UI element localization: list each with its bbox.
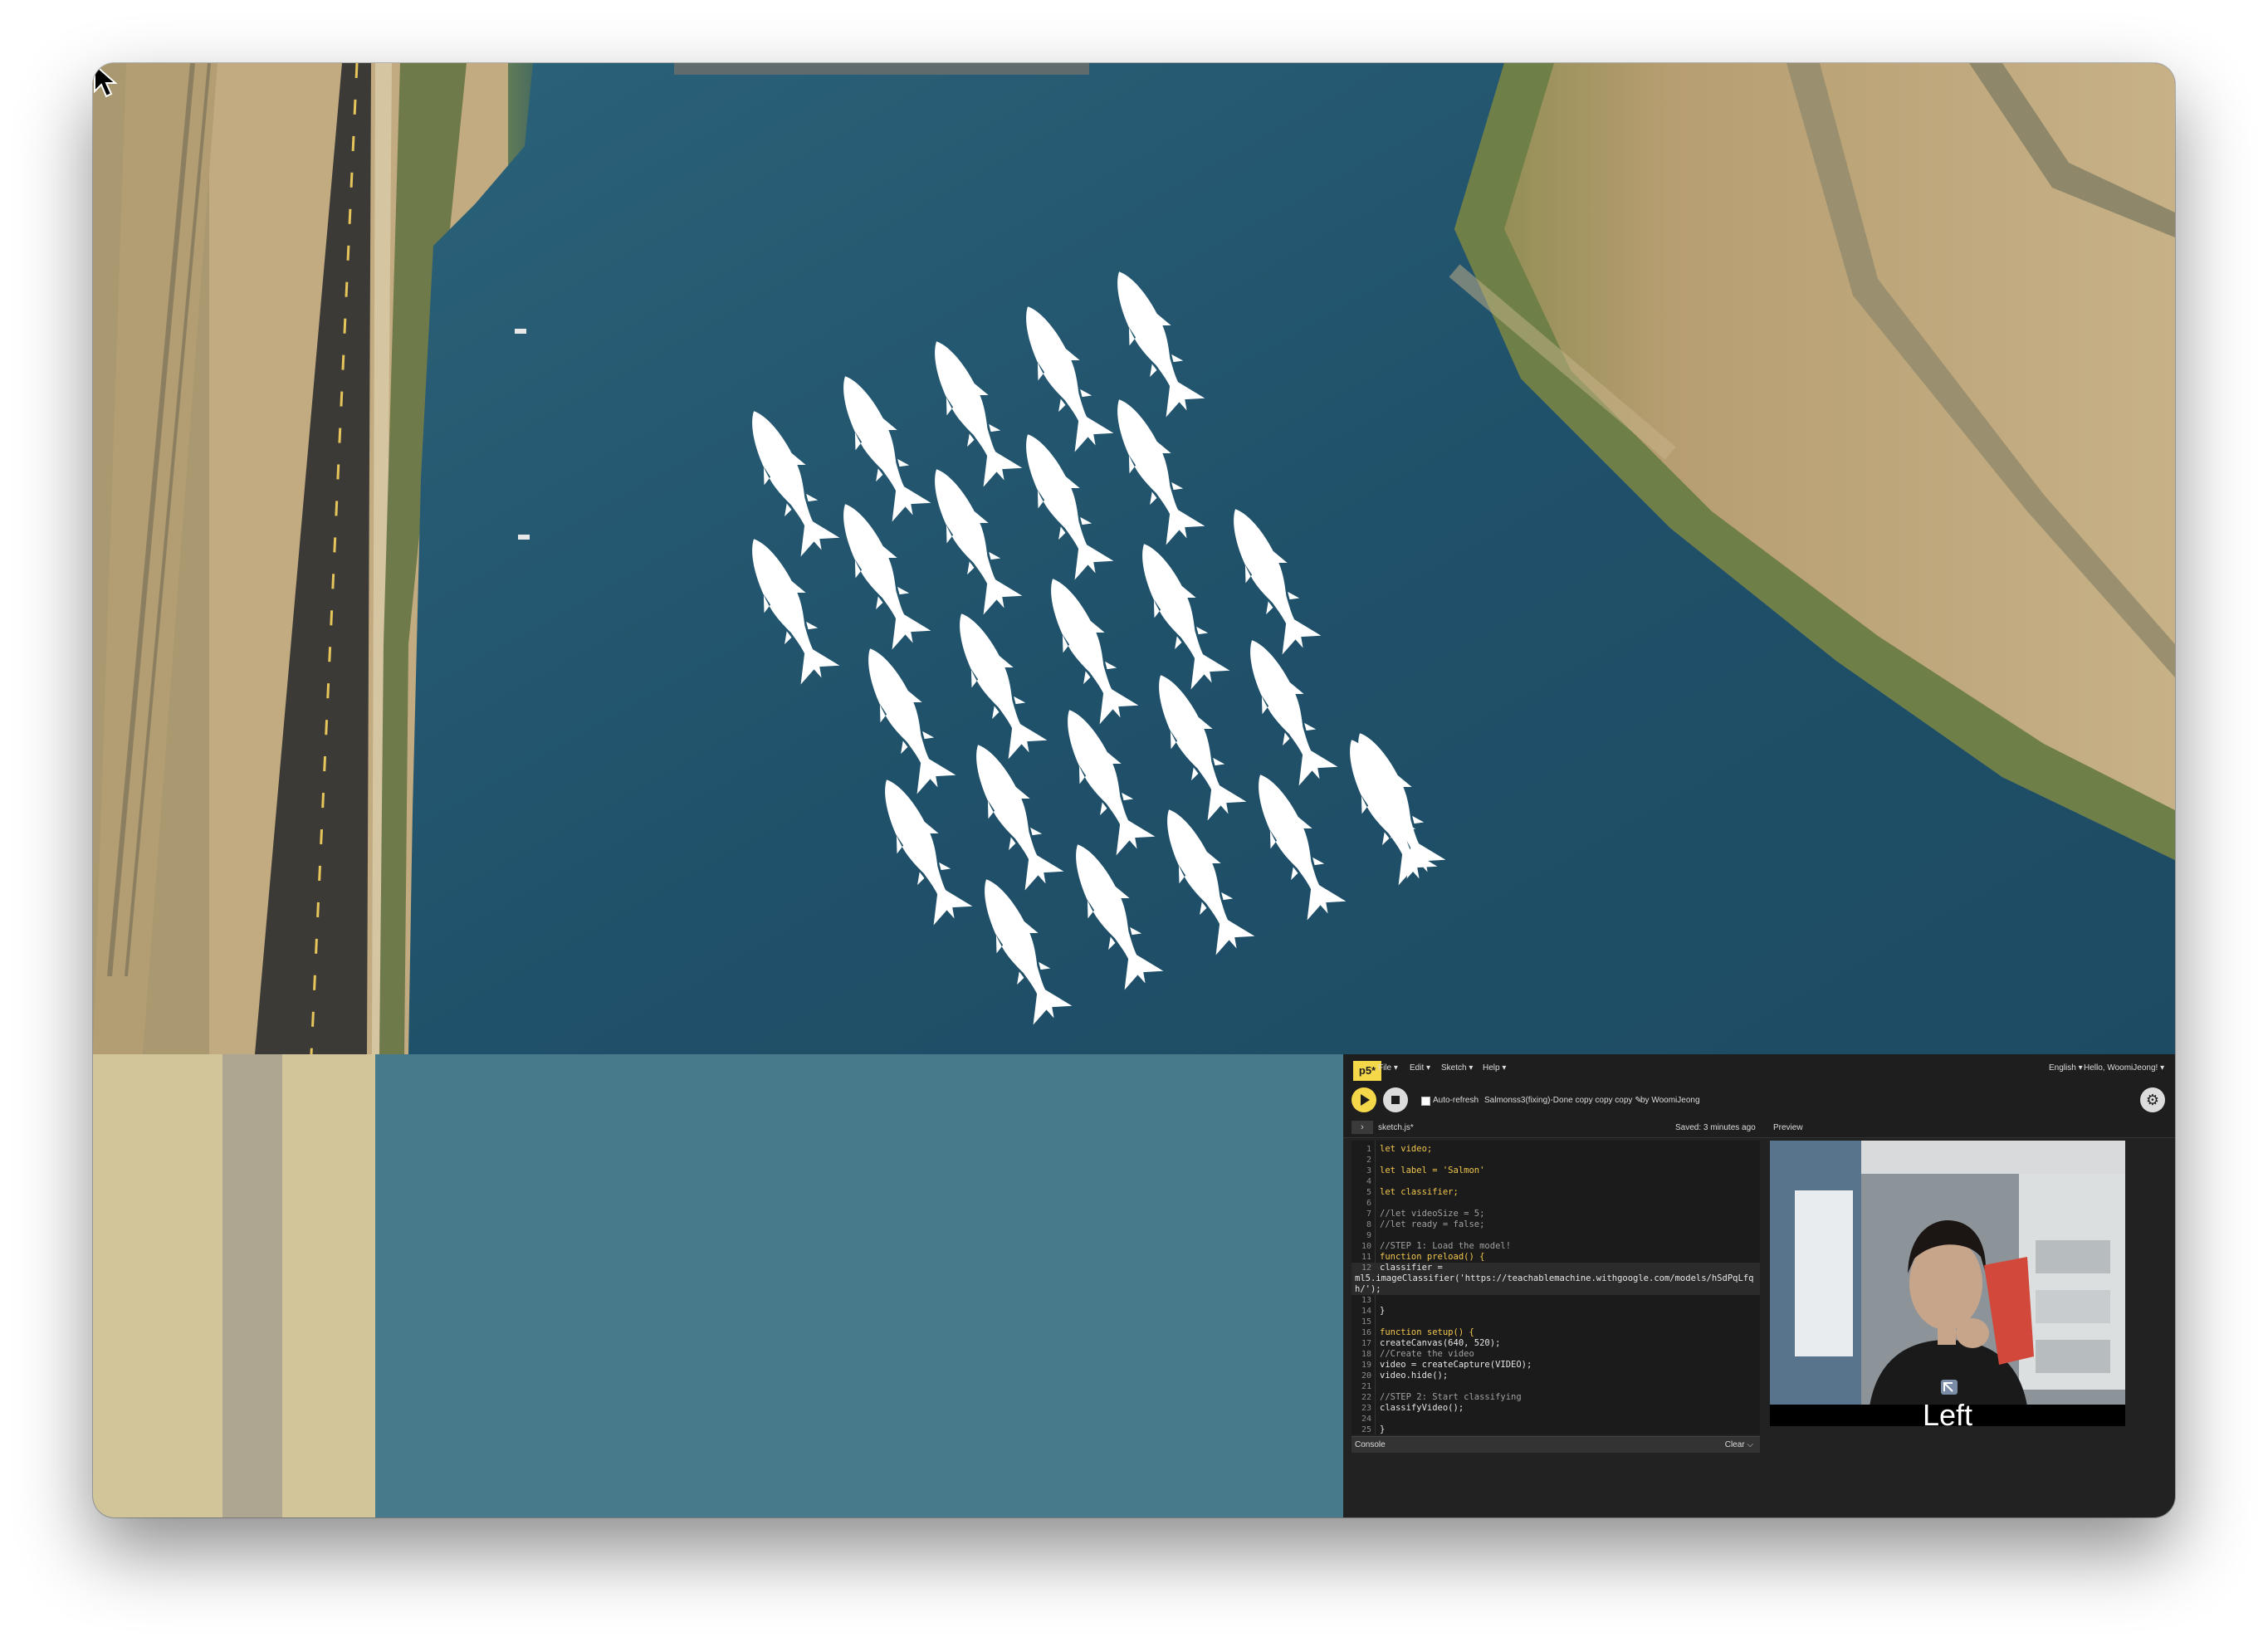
code-line: 9 [1366, 1231, 1371, 1240]
code-line: 17 createCanvas(640, 520); [1361, 1338, 1501, 1348]
code-line: 8//let ready = false; [1366, 1219, 1485, 1229]
sidebar-toggle-button[interactable]: › [1352, 1121, 1373, 1134]
code-line: h/'); [1352, 1284, 1760, 1295]
code-line: 21 [1361, 1382, 1371, 1391]
code-editor[interactable]: 1 let video; 2 3 let label = 'Salmon' 4 5l… [1352, 1141, 1760, 1434]
menu-file[interactable]: File ▾ [1378, 1063, 1398, 1073]
sketch-author[interactable]: by WoomiJeong [1640, 1096, 1700, 1105]
console-bar: Console Clear ⌵ [1352, 1436, 1760, 1454]
code-line: 19 video = createCapture(VIDEO); [1361, 1360, 1532, 1370]
code-line: 25} [1361, 1425, 1386, 1434]
code-line: 18 //Create the video [1361, 1349, 1474, 1359]
code-line: 15 [1361, 1317, 1371, 1327]
code-line: 22 //STEP 2: Start classifying [1361, 1392, 1522, 1402]
sketch-canvas[interactable] [93, 63, 2175, 1054]
code-line: 11 function preload() { [1361, 1252, 1485, 1262]
auto-refresh-checkbox[interactable] [1421, 1097, 1430, 1106]
code-line: 2 [1366, 1156, 1371, 1165]
play-button[interactable] [1352, 1087, 1376, 1112]
code-line: 20 video.hide(); [1361, 1371, 1449, 1381]
code-line: ml5.imageClassifier('https://teachablema… [1352, 1273, 1760, 1284]
code-line: 24 [1361, 1415, 1371, 1424]
road-strip [222, 1054, 282, 1517]
console-label: Console [1355, 1440, 1386, 1449]
editor-tabrow: › sketch.js* Saved: 3 minutes ago Previe… [1343, 1119, 2175, 1138]
language-select[interactable]: English ▾ [2049, 1063, 2083, 1073]
editor-toolbar: Auto-refresh Salmonss3(fixing)-Done copy… [1343, 1082, 2175, 1119]
code-line: 13 [1361, 1296, 1371, 1305]
code-line: 12 classifier = [1352, 1263, 1760, 1273]
code-line: 3 let label = 'Salmon' [1366, 1166, 1485, 1175]
code-line: 14} [1361, 1306, 1386, 1316]
menu-edit[interactable]: Edit ▾ [1410, 1063, 1430, 1073]
classification-label: Left [1922, 1398, 1973, 1426]
code-line: 16 function setup() { [1361, 1327, 1474, 1337]
code-line: 23 classifyVideo(); [1361, 1403, 1464, 1413]
sketch-preview[interactable]: Left [1770, 1141, 2125, 1426]
preview-label: Preview [1773, 1123, 1803, 1132]
saved-status: Saved: 3 minutes ago [1675, 1123, 1756, 1132]
mouse-cursor-icon [94, 63, 118, 98]
stop-button[interactable] [1383, 1087, 1408, 1112]
code-line: 10//STEP 1: Load the model! [1361, 1241, 1512, 1251]
code-line: 5 let classifier; [1366, 1187, 1459, 1197]
water-block [375, 1054, 400, 1517]
settings-gear-icon[interactable]: ⚙ [2140, 1087, 2165, 1112]
aerial-river-scene [93, 63, 2175, 1054]
auto-refresh-label: Auto-refresh [1433, 1096, 1479, 1105]
editor-menubar: p5* File ▾ Edit ▾ Sketch ▾ Help ▾ Englis… [1343, 1054, 2175, 1083]
menu-sketch[interactable]: Sketch ▾ [1441, 1063, 1473, 1073]
code-line: 6 [1366, 1199, 1371, 1208]
code-line: 7//let videoSize = 5; [1366, 1209, 1485, 1219]
menu-help[interactable]: Help ▾ [1483, 1063, 1506, 1073]
user-menu[interactable]: Hello, WoomiJeong! ▾ [2084, 1063, 2164, 1073]
p5-editor: p5* File ▾ Edit ▾ Sketch ▾ Help ▾ Englis… [1343, 1054, 2175, 1517]
code-line: 1 let video; [1366, 1144, 1433, 1154]
sketch-name[interactable]: Salmonss3(fixing)-Done copy copy copy ✎ [1484, 1096, 1642, 1105]
app-window: p5* File ▾ Edit ▾ Sketch ▾ Help ▾ Englis… [93, 63, 2175, 1517]
code-line: 4 [1366, 1177, 1371, 1186]
console-clear-button[interactable]: Clear ⌵ [1725, 1440, 1753, 1449]
console-output [1352, 1453, 1760, 1517]
webcam-feed-image [1770, 1141, 2125, 1426]
p5-logo[interactable]: p5* [1353, 1061, 1381, 1081]
file-tab[interactable]: sketch.js* [1378, 1123, 1414, 1132]
